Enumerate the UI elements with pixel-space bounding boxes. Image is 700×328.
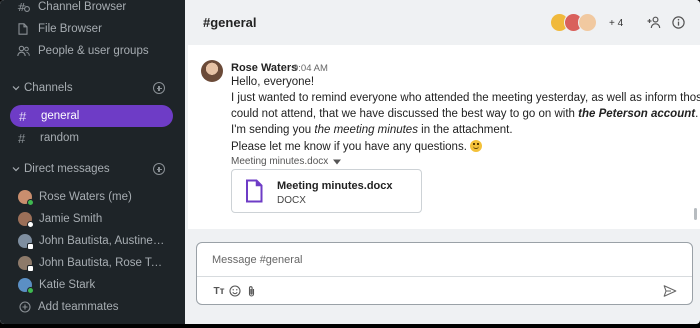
add-teammates-label: Add teammates: [38, 301, 119, 313]
sidebar-item-people[interactable]: People & user groups: [0, 40, 185, 62]
message-text-line: I'm sending you the meeting minutes in t…: [231, 124, 513, 136]
smile-emoji-icon: [470, 140, 483, 152]
direct-messages-section-header[interactable]: Direct messages: [0, 158, 185, 180]
message-text: I'm sending you: [231, 124, 315, 136]
member-overflow-count[interactable]: + 4: [609, 18, 623, 29]
attachment-caption[interactable]: Meeting minutes.docx: [231, 156, 342, 167]
paperclip-icon: [248, 285, 254, 297]
add-teammates-button[interactable]: Add teammates: [0, 296, 185, 318]
info-icon: [671, 15, 685, 29]
avatar: [18, 212, 34, 228]
app-window: # Channel Browser File Browser People & …: [0, 0, 700, 324]
sidebar-item-label: Channel Browser: [38, 1, 127, 13]
emoji-icon: [229, 285, 241, 297]
add-member-button[interactable]: [646, 14, 662, 30]
divider: [197, 276, 692, 277]
channel-info-button[interactable]: [670, 14, 686, 30]
dm-label: Rose Waters (me): [39, 191, 132, 203]
avatar: [18, 234, 34, 250]
dm-label: John Bautista, Austine W...: [39, 235, 165, 247]
page-title: #general: [203, 15, 257, 30]
message-text: could not attend, that we have discussed…: [231, 108, 579, 120]
sidebar-item-dm-jamie-smith[interactable]: Jamie Smith: [0, 208, 185, 230]
hash-icon: #: [19, 108, 27, 124]
dm-label: Katie Stark: [39, 279, 96, 291]
message-text-line: Please let me know if you have any quest…: [231, 140, 483, 153]
message-text-line: I just wanted to remind everyone who att…: [231, 92, 700, 104]
message-timestamp: 9:04 AM: [293, 63, 328, 74]
caret-down-icon: [333, 159, 342, 164]
channels-section-header[interactable]: Channels: [0, 77, 185, 99]
sidebar-item-channel-browser[interactable]: # Channel Browser: [0, 0, 185, 18]
message-text: in the attachment.: [417, 124, 513, 136]
message-text-line: Hello, everyone!: [231, 76, 315, 88]
sidebar-item-label: File Browser: [38, 23, 102, 35]
attachment-type: DOCX: [277, 195, 306, 206]
message-text: Please let me know if you have any quest…: [231, 141, 467, 153]
message-italic: the meeting minutes: [314, 124, 418, 136]
add-circle-icon: [18, 300, 32, 314]
status-indicator: [27, 221, 34, 228]
channels-section-label: Channels: [24, 82, 73, 94]
avatar: [18, 256, 34, 272]
status-indicator: [27, 287, 34, 294]
sidebar-item-channel-random[interactable]: # random: [0, 127, 185, 149]
document-icon: [246, 179, 263, 203]
group-indicator: [27, 265, 34, 272]
avatar: [18, 278, 34, 294]
scrollbar[interactable]: [694, 208, 697, 220]
sidebar: # Channel Browser File Browser People & …: [0, 0, 185, 324]
sidebar-item-label: People & user groups: [38, 45, 149, 57]
dm-label: Jamie Smith: [39, 213, 103, 225]
channel-label: general: [41, 110, 80, 122]
message-input[interactable]: [212, 252, 672, 268]
message-composer: Tт: [196, 242, 693, 305]
message-text: .: [695, 108, 699, 120]
add-person-icon: [647, 16, 660, 28]
sidebar-item-dm-rose-waters[interactable]: Rose Waters (me): [0, 186, 185, 208]
channel-label: random: [40, 132, 79, 144]
text-format-icon: Tт: [213, 285, 225, 297]
sidebar-item-dm-group-rose[interactable]: John Bautista, Rose Ten...: [0, 252, 185, 274]
sidebar-item-dm-katie-stark[interactable]: Katie Stark: [0, 274, 185, 296]
chevron-down-icon: [12, 86, 20, 91]
people-icon: [16, 44, 30, 58]
add-direct-message-icon[interactable]: [153, 163, 165, 175]
message-author[interactable]: Rose Waters: [231, 62, 297, 74]
sidebar-item-channel-general[interactable]: # general: [10, 105, 173, 127]
dm-label: John Bautista, Rose Ten...: [39, 257, 165, 269]
attach-button[interactable]: [244, 284, 258, 298]
emoji-button[interactable]: [228, 284, 242, 298]
attachment-card[interactable]: Meeting minutes.docx DOCX: [231, 169, 422, 213]
dm-section-label: Direct messages: [24, 163, 110, 175]
member-avatars[interactable]: [550, 13, 597, 33]
send-icon: [663, 285, 677, 297]
send-button[interactable]: [663, 284, 677, 298]
add-channel-icon[interactable]: [153, 82, 165, 94]
text-format-button[interactable]: Tт: [212, 284, 226, 298]
avatar: [18, 190, 34, 206]
channel-browser-icon: #: [16, 0, 30, 14]
file-icon: [16, 22, 30, 36]
status-indicator: [27, 199, 34, 206]
sidebar-item-file-browser[interactable]: File Browser: [0, 18, 185, 40]
sidebar-item-dm-group-austine[interactable]: John Bautista, Austine W...: [0, 230, 185, 252]
chevron-down-icon: [12, 167, 20, 172]
message-list[interactable]: Rose Waters 9:04 AM Hello, everyone! I j…: [188, 45, 700, 229]
message-text-line: could not attend, that we have discussed…: [231, 108, 698, 120]
hash-icon: #: [18, 130, 26, 146]
avatar[interactable]: [201, 60, 223, 82]
channel-header: #general + 4: [188, 0, 700, 45]
avatar: [578, 13, 597, 32]
attachment-caption-text: Meeting minutes.docx: [231, 156, 329, 167]
message-emphasis: the Peterson account: [578, 108, 696, 120]
attachment-title: Meeting minutes.docx: [277, 180, 393, 192]
group-indicator: [27, 243, 34, 250]
